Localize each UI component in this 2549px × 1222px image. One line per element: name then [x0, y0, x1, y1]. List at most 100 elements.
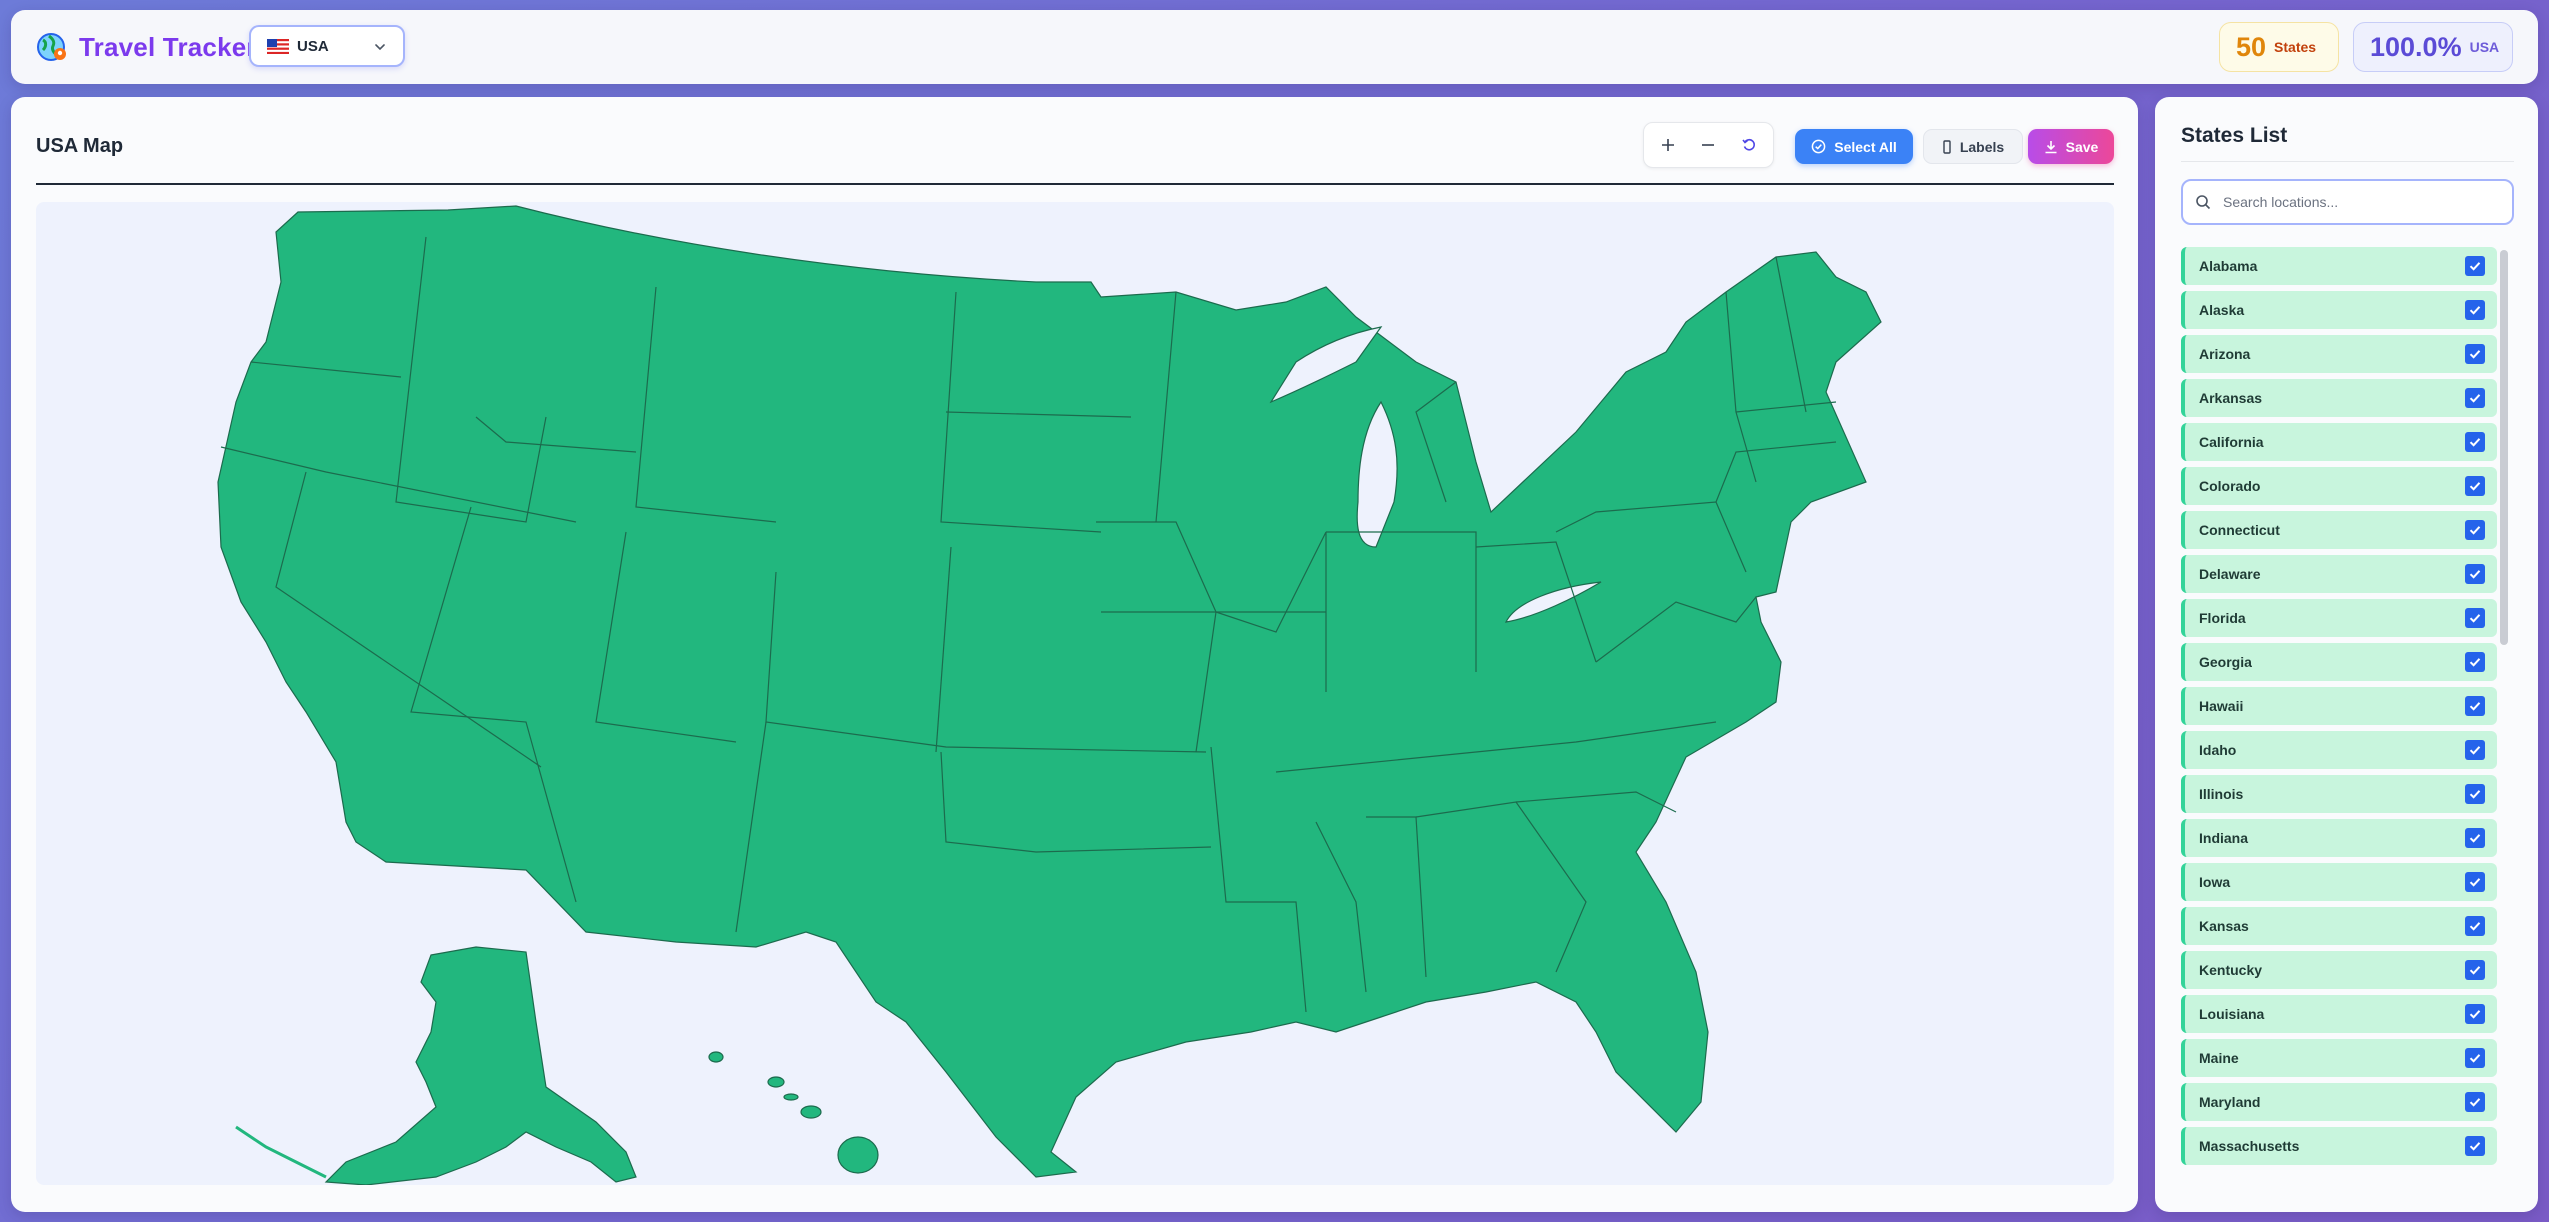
state-list-item[interactable]: Alabama — [2181, 247, 2497, 285]
state-list-item[interactable]: Connecticut — [2181, 511, 2497, 549]
chevron-down-icon — [375, 44, 385, 51]
state-list-item[interactable]: Alaska — [2181, 291, 2497, 329]
globe-icon — [37, 33, 66, 61]
state-checkbox[interactable] — [2465, 1048, 2485, 1068]
checkmark-icon — [2469, 306, 2481, 315]
zoom-out-button[interactable] — [1691, 128, 1725, 162]
state-name: Kentucky — [2199, 962, 2263, 978]
state-list-item[interactable]: Georgia — [2181, 643, 2497, 681]
usa-map-svg[interactable] — [36, 202, 2114, 1185]
checkmark-icon — [2469, 482, 2481, 491]
zoom-controls — [1643, 122, 1774, 168]
state-name: Maryland — [2199, 1094, 2261, 1110]
state-checkbox[interactable] — [2465, 1136, 2485, 1156]
state-name: Alaska — [2199, 302, 2245, 318]
search-input[interactable] — [2221, 193, 2495, 211]
panel-divider — [36, 183, 2114, 185]
state-checkbox[interactable] — [2465, 344, 2485, 364]
state-checkbox[interactable] — [2465, 784, 2485, 804]
usa-map[interactable] — [36, 202, 2114, 1185]
state-name: Indiana — [2199, 830, 2249, 846]
state-checkbox[interactable] — [2465, 564, 2485, 584]
app-header: Travel Tracker USA 50 States 100.0% USA — [11, 10, 2538, 84]
state-list-item[interactable]: California — [2181, 423, 2497, 461]
country-select[interactable]: USA — [249, 25, 405, 67]
state-name: Massachusetts — [2199, 1138, 2300, 1154]
state-checkbox[interactable] — [2465, 696, 2485, 716]
state-list-scrollbar[interactable] — [2500, 250, 2508, 645]
checkmark-icon — [2469, 526, 2481, 535]
state-checkbox[interactable] — [2465, 520, 2485, 540]
state-name: Iowa — [2199, 874, 2231, 890]
state-checkbox[interactable] — [2465, 916, 2485, 936]
country-select-value: USA — [297, 37, 329, 55]
state-name: Arizona — [2199, 346, 2251, 362]
checkmark-icon — [2469, 834, 2481, 843]
save-button[interactable]: Save — [2028, 129, 2114, 164]
hawaii-maui[interactable] — [800, 1105, 822, 1119]
state-checkbox[interactable] — [2465, 652, 2485, 672]
labels-toggle-button[interactable]: Labels — [1923, 129, 2023, 164]
state-list-item[interactable]: Louisiana — [2181, 995, 2497, 1033]
state-name: Georgia — [2199, 654, 2252, 670]
checkmark-icon — [2469, 262, 2481, 271]
checkmark-icon — [2469, 1010, 2481, 1019]
checkmark-icon — [2469, 438, 2481, 447]
checkmark-icon — [2469, 702, 2481, 711]
state-name: Connecticut — [2199, 522, 2280, 538]
reset-view-button[interactable] — [1732, 128, 1766, 162]
state-list-item[interactable]: Delaware — [2181, 555, 2497, 593]
checkmark-icon — [2469, 394, 2481, 403]
select-all-button[interactable]: Select All — [1795, 129, 1913, 164]
state-name: California — [2199, 434, 2264, 450]
state-checkbox[interactable] — [2465, 1004, 2485, 1024]
state-list-item[interactable]: Arizona — [2181, 335, 2497, 373]
state-checkbox[interactable] — [2465, 828, 2485, 848]
reset-icon — [1742, 138, 1755, 151]
state-list-item[interactable]: Colorado — [2181, 467, 2497, 505]
state-list-item[interactable]: Kentucky — [2181, 951, 2497, 989]
state-list-item[interactable]: Florida — [2181, 599, 2497, 637]
state-checkbox[interactable] — [2465, 608, 2485, 628]
hawaii-kauai[interactable] — [708, 1051, 724, 1063]
checkmark-icon — [2469, 1098, 2481, 1107]
hawaii-molokai[interactable] — [783, 1093, 799, 1101]
state-checkbox[interactable] — [2465, 740, 2485, 760]
state-name: Florida — [2199, 610, 2246, 626]
state-checkbox[interactable] — [2465, 388, 2485, 408]
checkmark-icon — [2469, 658, 2481, 667]
state-list-item[interactable]: Iowa — [2181, 863, 2497, 901]
state-list-item[interactable]: Maine — [2181, 1039, 2497, 1077]
search-icon — [2196, 195, 2211, 210]
state-checkbox[interactable] — [2465, 1092, 2485, 1112]
state-name: Maine — [2199, 1050, 2239, 1066]
state-list-item[interactable]: Indiana — [2181, 819, 2497, 857]
state-name: Colorado — [2199, 478, 2261, 494]
alaska-shape[interactable] — [324, 946, 637, 1185]
state-checkbox[interactable] — [2465, 960, 2485, 980]
checkmark-icon — [2469, 1054, 2481, 1063]
checkmark-icon — [2469, 570, 2481, 579]
state-checkbox[interactable] — [2465, 300, 2485, 320]
state-list-item[interactable]: Kansas — [2181, 907, 2497, 945]
hawaii-island[interactable] — [837, 1136, 879, 1174]
state-name: Kansas — [2199, 918, 2249, 934]
state-list-item[interactable]: Idaho — [2181, 731, 2497, 769]
state-name: Idaho — [2199, 742, 2237, 758]
state-list-item[interactable]: Illinois — [2181, 775, 2497, 813]
zoom-in-button[interactable] — [1651, 128, 1685, 162]
state-list-item[interactable]: Arkansas — [2181, 379, 2497, 417]
state-list-item[interactable]: Hawaii — [2181, 687, 2497, 725]
checkmark-icon — [2469, 922, 2481, 931]
plus-icon — [1662, 139, 1675, 151]
state-checkbox[interactable] — [2465, 256, 2485, 276]
hawaii-oahu[interactable] — [767, 1076, 785, 1088]
state-checkbox[interactable] — [2465, 432, 2485, 452]
state-checkbox[interactable] — [2465, 872, 2485, 892]
state-checkbox[interactable] — [2465, 476, 2485, 496]
state-list-item[interactable]: Massachusetts — [2181, 1127, 2497, 1165]
state-list-item[interactable]: Maryland — [2181, 1083, 2497, 1121]
labels-toggle-label: Labels — [1959, 138, 2005, 155]
label-icon — [1943, 139, 1951, 154]
select-all-label: Select All — [1834, 138, 1897, 155]
